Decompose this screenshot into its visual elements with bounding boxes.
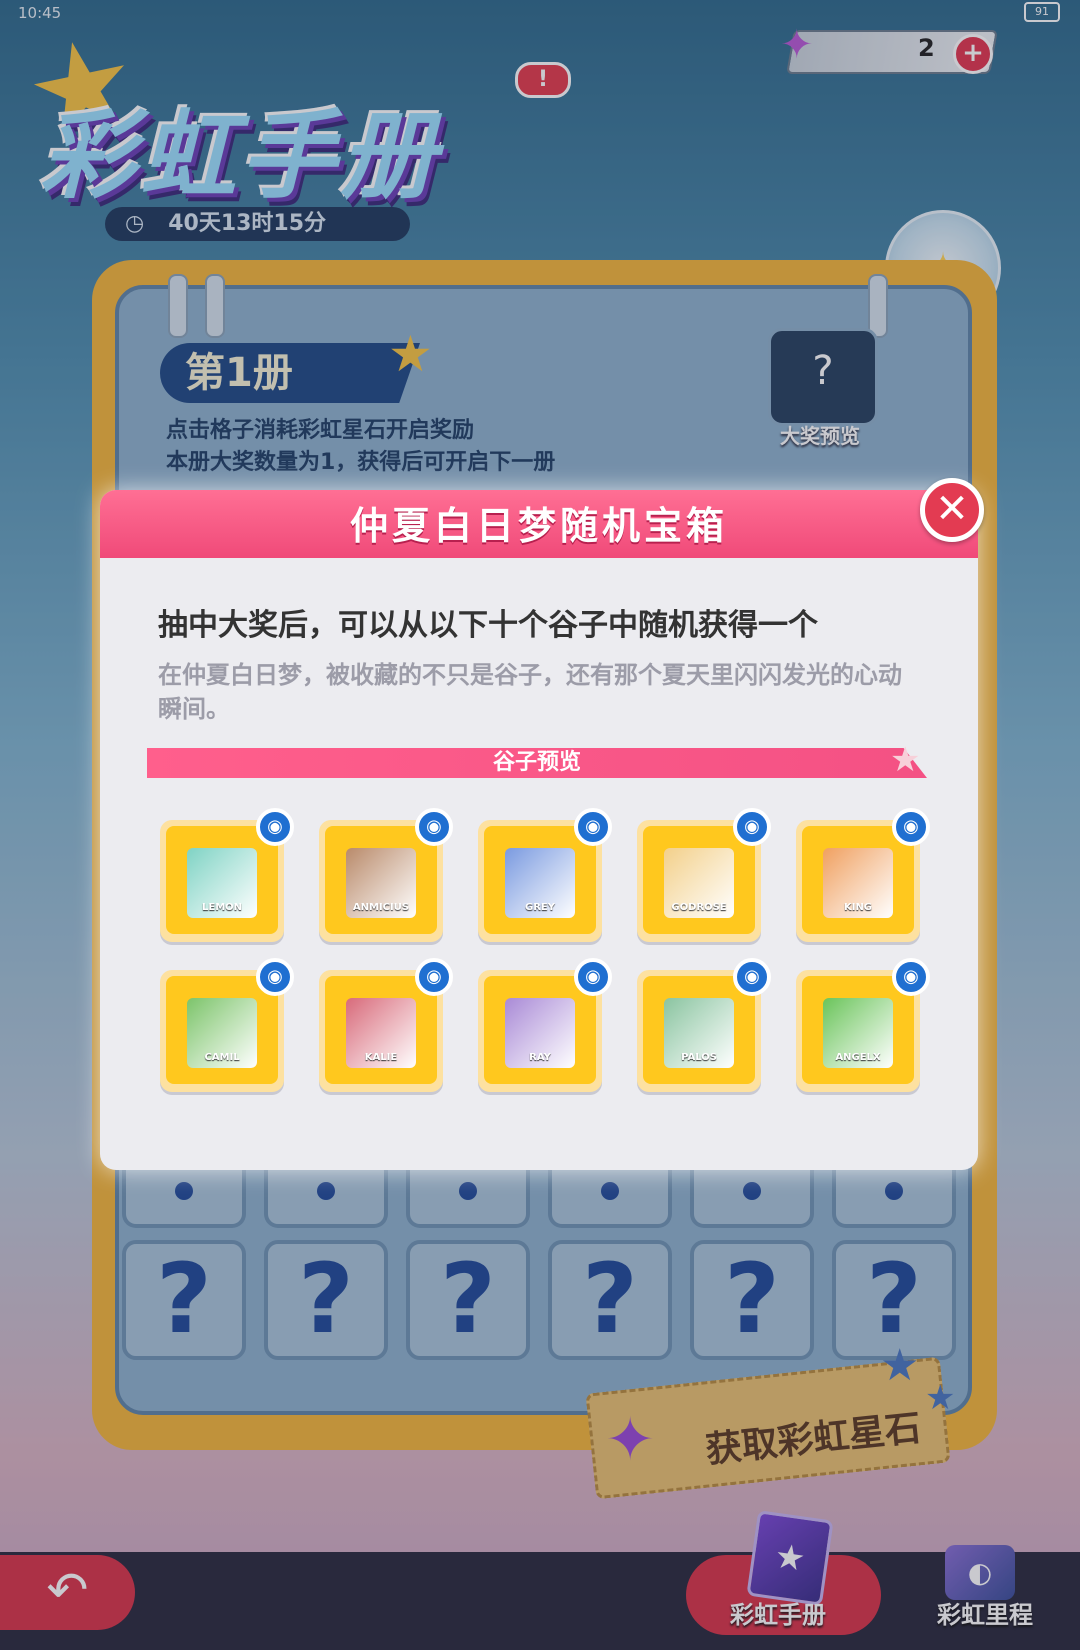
badge-icon: ◉: [574, 808, 612, 846]
item-name: LEMON: [201, 902, 243, 913]
item-tile[interactable]: RAY ◉: [478, 958, 612, 1092]
item-tile[interactable]: ANMICIUS ◉: [319, 808, 453, 942]
badge-icon: ◉: [574, 958, 612, 996]
badge-icon: ◉: [733, 808, 771, 846]
modal-headline: 抽中大奖后，可以从以下十个谷子中随机获得一个: [158, 608, 818, 643]
badge-icon: ◉: [415, 958, 453, 996]
item-tile[interactable]: GREY ◉: [478, 808, 612, 942]
item-tile[interactable]: KING ◉: [796, 808, 930, 942]
item-name: ANGELX: [835, 1052, 881, 1063]
item-tile[interactable]: ANGELX ◉: [796, 958, 930, 1092]
item-name: CAMIL: [204, 1052, 240, 1063]
item-tile[interactable]: PALOS ◉: [637, 958, 771, 1092]
item-name: KING: [843, 902, 873, 913]
close-button[interactable]: ✕: [920, 478, 984, 542]
modal-title: 仲夏白日梦随机宝箱: [349, 504, 728, 548]
star-icon: ★: [890, 740, 921, 780]
item-name: KALIE: [364, 1052, 398, 1063]
item-tile[interactable]: KALIE ◉: [319, 958, 453, 1092]
item-tile[interactable]: GODROSE ◉: [637, 808, 771, 942]
badge-icon: ◉: [415, 808, 453, 846]
item-name: GODROSE: [671, 902, 727, 913]
modal-description: 在仲夏白日梦，被收藏的不只是谷子，还有那个夏天里闪闪发光的心动瞬间。: [158, 661, 902, 723]
item-name: RAY: [529, 1052, 551, 1063]
item-name: ANMICIUS: [352, 902, 410, 913]
badge-icon: ◉: [892, 958, 930, 996]
preview-label: 谷子预览: [492, 750, 581, 775]
badge-icon: ◉: [892, 808, 930, 846]
item-name: GREY: [525, 902, 555, 913]
badge-icon: ◉: [733, 958, 771, 996]
badge-icon: ◉: [256, 958, 294, 996]
badge-icon: ◉: [256, 808, 294, 846]
item-name: PALOS: [681, 1052, 717, 1063]
item-tile[interactable]: CAMIL ◉: [160, 958, 294, 1092]
item-tile[interactable]: LEMON ◉: [160, 808, 294, 942]
